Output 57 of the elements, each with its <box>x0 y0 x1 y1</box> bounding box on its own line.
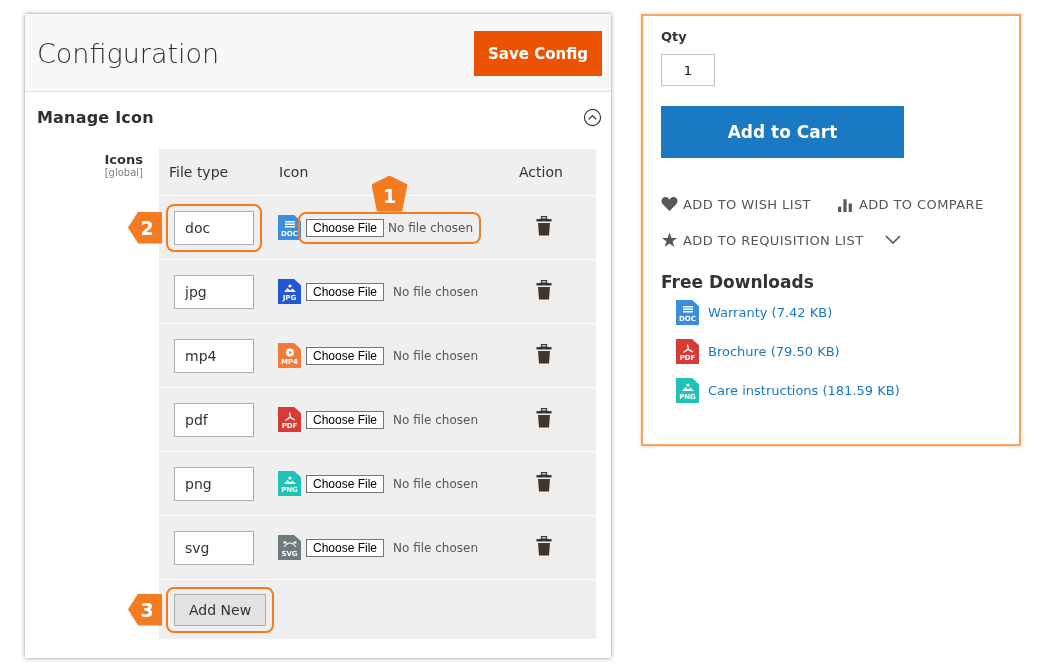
download-link[interactable]: Care instructions (181.59 KB) <box>708 383 900 398</box>
action-link[interactable]: ADD TO COMPARE <box>858 196 984 212</box>
download-link[interactable]: Brochure (79.50 KB) <box>708 344 840 359</box>
file-type-input[interactable]: doc <box>174 210 254 245</box>
choose-file-button[interactable]: Choose File <box>306 282 385 301</box>
file-glyph-icon <box>282 284 297 293</box>
file-glyph-icon <box>282 540 297 549</box>
action-link[interactable]: ADD TO REQUISITION LIST <box>683 232 864 248</box>
file-type-input[interactable]: jpg <box>174 274 254 309</box>
column-header: Action <box>519 164 564 180</box>
choose-file-button[interactable]: Choose File <box>306 474 385 493</box>
choose-file-button[interactable]: Choose File <box>306 410 385 429</box>
action-link[interactable]: ADD TO WISH LIST <box>683 196 811 212</box>
heart-icon <box>661 196 678 212</box>
add-new-button[interactable]: Add New <box>174 593 267 626</box>
column-header: Icon <box>278 164 310 180</box>
save-config-button[interactable]: Save Config <box>474 31 602 76</box>
callout-badge: 3 <box>128 593 162 626</box>
scope-label: [global] <box>104 167 143 178</box>
trash-icon[interactable] <box>536 536 552 556</box>
trash-icon[interactable] <box>536 344 552 364</box>
chevron-down-icon[interactable] <box>884 235 901 245</box>
star-icon <box>661 232 678 248</box>
file-glyph-icon <box>680 305 695 314</box>
trash-icon[interactable] <box>536 408 552 428</box>
page-title: Configuration <box>37 38 220 69</box>
trash-icon[interactable] <box>536 280 552 300</box>
choose-file-button[interactable]: Choose File <box>306 346 385 365</box>
file-status: No file chosen <box>393 412 479 427</box>
field-label: Icons <box>104 152 143 167</box>
file-type-input[interactable]: pdf <box>174 402 254 437</box>
file-status: No file chosen <box>388 220 474 235</box>
file-glyph-icon <box>680 383 695 392</box>
qty-label: Qty <box>661 29 687 44</box>
choose-file-button[interactable]: Choose File <box>306 538 385 557</box>
download-link[interactable]: Warranty (7.42 KB) <box>708 305 833 320</box>
qty-input[interactable]: 1 <box>661 54 715 86</box>
file-type-input[interactable]: mp4 <box>174 338 254 373</box>
file-status: No file chosen <box>393 540 479 555</box>
file-status: No file chosen <box>393 348 479 363</box>
file-type-input[interactable]: png <box>174 466 254 501</box>
trash-icon[interactable] <box>536 472 552 492</box>
file-type-input[interactable]: svg <box>174 530 254 565</box>
collapse-icon[interactable] <box>583 108 602 127</box>
file-status: No file chosen <box>393 284 479 299</box>
bar-chart-icon <box>836 196 854 212</box>
downloads-title: Free Downloads <box>661 272 815 292</box>
trash-icon[interactable] <box>536 216 552 236</box>
choose-file-button[interactable]: Choose File <box>306 218 385 237</box>
add-to-cart-button[interactable]: Add to Cart <box>661 106 904 158</box>
file-status: No file chosen <box>393 476 479 491</box>
file-glyph-icon <box>282 220 297 229</box>
column-header: File type <box>168 164 230 180</box>
section-title: Manage Icon <box>37 108 154 127</box>
callout-badge: 1 <box>371 175 408 212</box>
callout-badge: 2 <box>128 211 162 244</box>
file-glyph-icon <box>282 476 297 485</box>
